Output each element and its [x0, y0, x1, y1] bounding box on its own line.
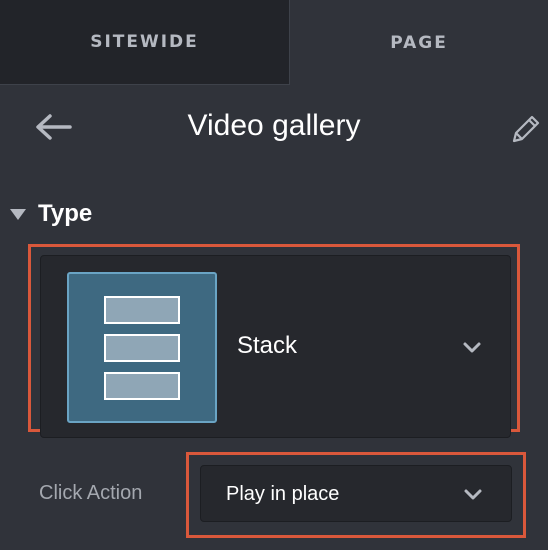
- panel-tabs: SITEWIDE PAGE: [0, 0, 548, 85]
- tab-page[interactable]: PAGE: [290, 0, 548, 85]
- type-section-header[interactable]: Type: [8, 196, 92, 232]
- stack-row-icon: [104, 334, 180, 362]
- type-select-value: Stack: [237, 332, 298, 359]
- type-select[interactable]: Stack: [40, 255, 511, 438]
- page-title: Video gallery: [187, 109, 361, 142]
- click-action-select[interactable]: Play in place: [200, 465, 512, 522]
- type-section-label: Type: [38, 200, 93, 227]
- caret-down-icon[interactable]: [8, 204, 28, 224]
- chevron-down-icon: [463, 342, 481, 353]
- tab-page-label: PAGE: [390, 32, 448, 53]
- stack-row-icon: [104, 372, 180, 400]
- click-action-label: Click Action: [39, 482, 143, 504]
- stack-layout-icon: [67, 272, 217, 423]
- stack-row-icon: [104, 296, 180, 324]
- pencil-icon[interactable]: [508, 113, 542, 147]
- chevron-down-icon: [464, 489, 482, 500]
- panel-header: Video gallery: [0, 95, 548, 165]
- click-action-value: Play in place: [226, 483, 340, 505]
- tab-sitewide-label: SITEWIDE: [90, 32, 199, 52]
- tab-sitewide[interactable]: SITEWIDE: [0, 0, 290, 85]
